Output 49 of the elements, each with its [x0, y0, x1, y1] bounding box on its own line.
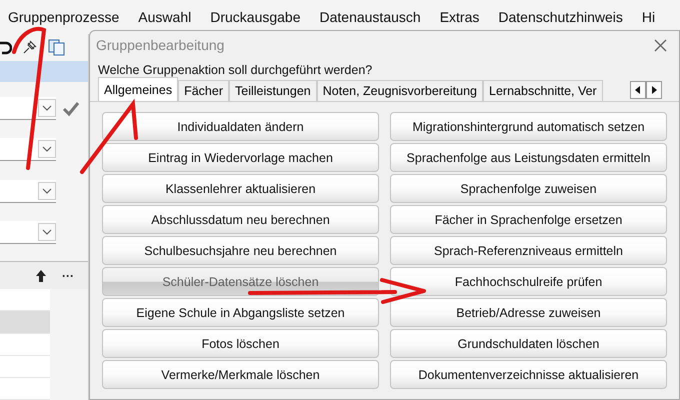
scroll-right-button[interactable]	[646, 81, 662, 99]
dropdown-field[interactable]	[0, 97, 56, 120]
tab[interactable]: Noten, Zeugnisvorbereitung	[316, 80, 484, 101]
action-button[interactable]: Individualdaten ändern	[102, 112, 379, 141]
action-button[interactable]: Fachhochschulreife prüfen	[390, 267, 667, 296]
action-button[interactable]: Klassenlehrer aktualisieren	[102, 174, 379, 203]
pin-icon[interactable]	[22, 39, 38, 56]
action-button[interactable]: Sprachenfolge zuweisen	[390, 174, 667, 203]
tab[interactable]: Allgemeines	[98, 77, 178, 101]
action-button[interactable]: Migrationshintergrund automatisch setzen	[390, 112, 667, 141]
close-icon[interactable]	[654, 38, 667, 52]
dialog-title: Gruppenbearbeitung	[96, 37, 224, 53]
chevron-down-icon	[42, 188, 52, 194]
dropdown-field[interactable]	[0, 180, 56, 203]
dropdown-field[interactable]	[0, 221, 56, 244]
triangle-right-icon	[651, 86, 657, 94]
copy-icon[interactable]	[48, 38, 66, 56]
menu-item[interactable]: Datenaustausch	[320, 9, 421, 25]
action-button[interactable]: Schulbesuchsjahre neu berechnen	[102, 236, 379, 265]
menu-item[interactable]: Druckausgabe	[210, 9, 300, 25]
triangle-left-icon	[635, 86, 641, 94]
dropdown-field[interactable]	[0, 138, 56, 162]
arrow-up-icon[interactable]	[36, 270, 46, 282]
action-button[interactable]: Eigene Schule in Abgangsliste setzen	[102, 298, 379, 327]
menu-item[interactable]: Extras	[440, 9, 480, 25]
action-button[interactable]: Betrieb/Adresse zuweisen	[390, 298, 667, 327]
action-button[interactable]: Sprach-Referenzniveaus ermitteln	[390, 236, 667, 265]
tab[interactable]: Teilleistungen	[229, 80, 317, 101]
menu-item[interactable]: Auswahl	[138, 9, 192, 25]
action-button[interactable]: Fächer in Sprachenfolge ersetzen	[390, 205, 667, 234]
checkmark-icon[interactable]	[62, 100, 80, 117]
action-button[interactable]: Abschlussdatum neu berechnen	[102, 205, 379, 234]
chevron-down-icon	[42, 229, 52, 236]
chevron-down-icon	[42, 105, 52, 112]
more-button[interactable]: ···	[62, 268, 74, 283]
chevron-down-icon	[42, 146, 52, 152]
tab[interactable]: Lernabschnitte, Ver	[483, 80, 603, 101]
action-button[interactable]: Eintrag in Wiedervorlage machen	[102, 143, 379, 172]
action-button[interactable]: Grundschuldaten löschen	[390, 329, 667, 358]
question-text: Welche Gruppenaktion soll durchgeführt werden?	[97, 62, 374, 77]
menu-item[interactable]: Datenschutzhinweis	[498, 9, 623, 25]
menu-item[interactable]: Gruppenprozesse	[8, 9, 120, 25]
action-button[interactable]: Fotos löschen	[102, 329, 379, 358]
scroll-left-button[interactable]	[630, 81, 646, 99]
action-button[interactable]: Dokumentenverzeichnisse aktualisieren	[390, 360, 667, 389]
menu-item[interactable]: Hi	[642, 9, 656, 25]
action-button[interactable]: Vermerke/Merkmale löschen	[102, 360, 379, 389]
tab[interactable]: Fächer	[178, 80, 229, 101]
action-button[interactable]: Sprachenfolge aus Leistungsdaten ermitteln	[390, 143, 667, 172]
